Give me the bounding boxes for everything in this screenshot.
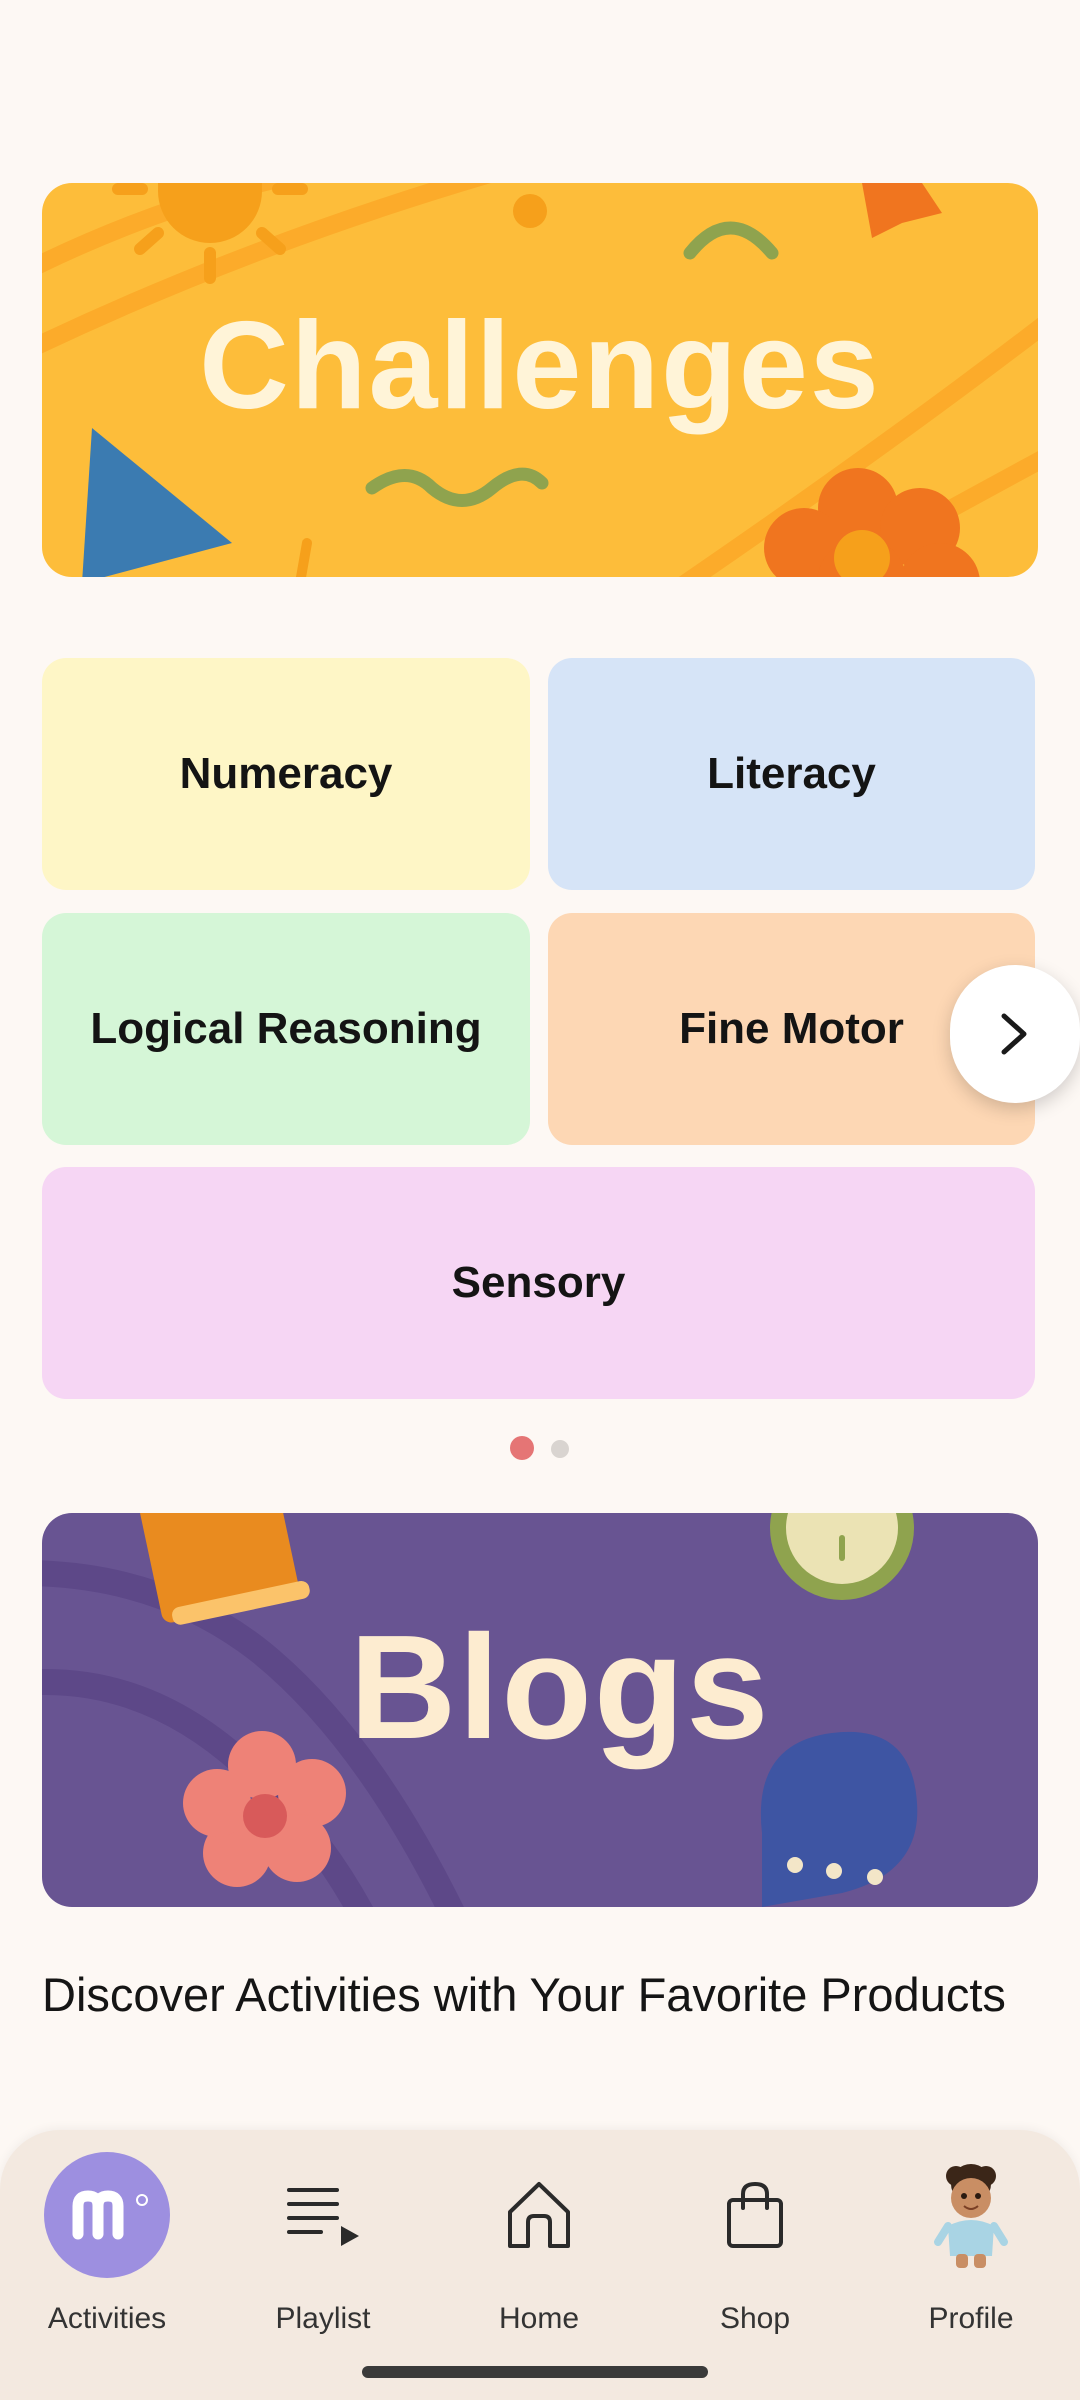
challenges-banner[interactable]: Challenges <box>42 183 1038 577</box>
blogs-banner[interactable]: Blogs <box>42 1513 1038 1907</box>
challenges-title: Challenges <box>199 297 881 435</box>
pagination-dots <box>0 1436 1080 1460</box>
nav-label: Profile <box>928 2302 1014 2335</box>
home-icon <box>476 2152 602 2278</box>
section-heading: Discover Activities with Your Favorite P… <box>42 1968 1006 2021</box>
nav-label: Activities <box>47 2302 167 2335</box>
category-numeracy[interactable]: Numeracy <box>42 658 530 890</box>
nav-profile[interactable]: Profile <box>881 2152 1061 2352</box>
nav-shop[interactable]: Shop <box>665 2152 845 2352</box>
activities-logo-icon <box>44 2152 170 2278</box>
home-indicator[interactable] <box>362 2366 708 2378</box>
shopping-bag-icon <box>692 2152 818 2278</box>
nav-playlist[interactable]: Playlist <box>233 2152 413 2352</box>
category-label: Fine Motor <box>679 1004 904 1053</box>
category-label: Sensory <box>451 1258 626 1307</box>
pagination-dot[interactable] <box>551 1440 569 1458</box>
playlist-icon <box>260 2152 386 2278</box>
pagination-dot-active[interactable] <box>510 1436 534 1460</box>
category-label: Numeracy <box>179 749 393 798</box>
nav-label: Home <box>498 2302 580 2335</box>
next-page-button[interactable] <box>950 965 1080 1103</box>
nav-home[interactable]: Home <box>449 2152 629 2352</box>
chevron-right-icon <box>1001 1013 1027 1055</box>
profile-avatar-icon <box>908 2152 1034 2278</box>
category-label: Literacy <box>707 749 876 798</box>
category-logical-reasoning[interactable]: Logical Reasoning <box>42 913 530 1145</box>
nav-label: Shop <box>719 2302 791 2335</box>
nav-activities[interactable]: Activities <box>17 2152 197 2352</box>
blogs-title: Blogs <box>349 1605 771 1770</box>
bottom-navigation: Activities Playlist Home Shop Profile <box>0 2130 1080 2400</box>
category-sensory[interactable]: Sensory <box>42 1167 1035 1399</box>
category-label: Logical Reasoning <box>90 1004 482 1053</box>
nav-label: Playlist <box>275 2302 371 2335</box>
category-literacy[interactable]: Literacy <box>548 658 1035 890</box>
